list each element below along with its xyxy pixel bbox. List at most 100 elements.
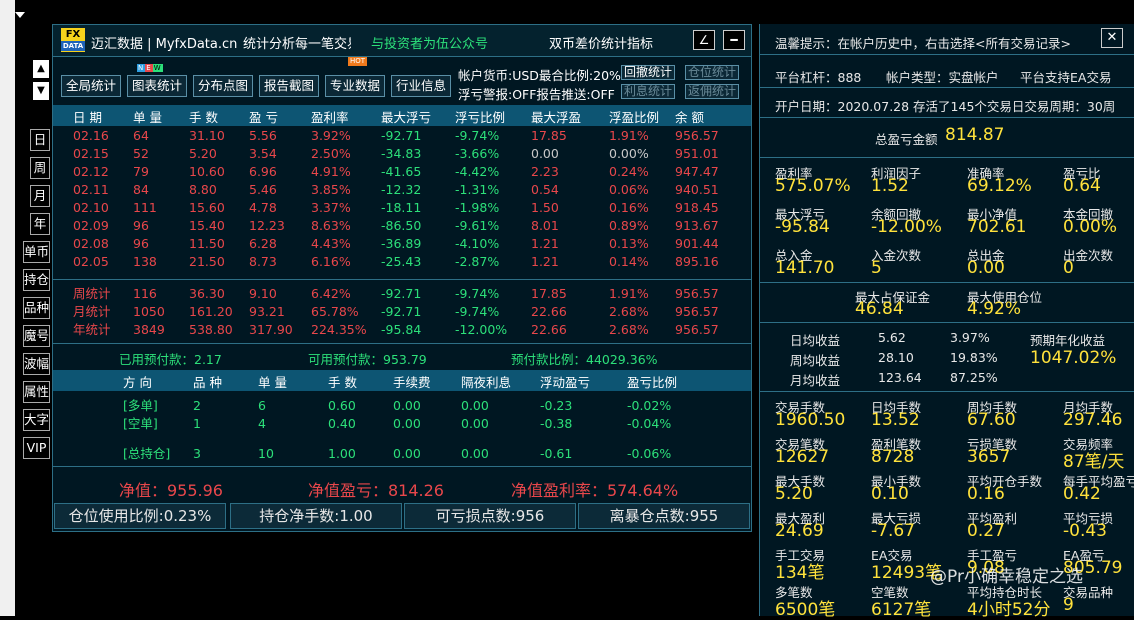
watermark: @Pr小确幸稳定之选: [930, 567, 1083, 587]
fxdata-logo: FX DATA: [61, 28, 85, 52]
side-tab-4[interactable]: 单币: [23, 241, 50, 263]
side-tab-2[interactable]: 月: [30, 185, 50, 207]
position-cell: [总持仓]: [123, 446, 171, 461]
side-tab-3[interactable]: 年: [30, 213, 50, 235]
side-tab-11[interactable]: VIP: [23, 437, 50, 459]
side-tab-1[interactable]: 周: [30, 157, 50, 179]
table-row: 02.12 79 10.60 6.96 4.91% -41.65 -4.42% 2.23 0.2…: [53, 163, 751, 181]
position-cell: -0.38: [540, 416, 573, 431]
annual-value: 1047.02%: [1030, 348, 1117, 368]
report-screenshot-button[interactable]: 报告截图: [259, 75, 319, 97]
chart-stats-button[interactable]: 图表统计: [127, 75, 187, 97]
summary-cell: 17.85: [531, 286, 567, 301]
position-cell: 0.00: [393, 446, 421, 461]
stat-value: 67.60: [967, 410, 1016, 430]
summary-cell: 93.21: [249, 304, 285, 319]
side-tab-6[interactable]: 品种: [23, 297, 50, 319]
scroll-up-icon[interactable]: ▲: [33, 60, 49, 78]
table-row: 02.05 138 21.50 8.73 6.16% -25.43 -2.87% 1.21 0.…: [53, 253, 751, 271]
summary-cell: 3849: [133, 322, 165, 337]
table-cell: -34.83: [381, 146, 422, 161]
table-cell: -18.11: [381, 200, 422, 215]
position-row: [空单] 1 4 0.40 0.00 0.00 -0.38 -0.04%: [53, 415, 751, 433]
table-cell: 0.00: [531, 146, 559, 161]
stat-value: 575.07%: [775, 176, 851, 196]
metric-button[interactable]: 持仓净手数:1.00: [230, 503, 402, 529]
table-header: 日 期 单 量 手 数 盈 亏 盈利率 最大浮亏 浮亏比例 最大浮盈 浮盈比例余 额: [53, 105, 751, 126]
metric-button[interactable]: 仓位使用比例:0.23%: [54, 503, 226, 529]
position-column-header: 手续费: [393, 375, 431, 390]
position-cell: 6: [258, 398, 266, 413]
stat-value: 1.52: [871, 176, 909, 196]
table-cell: 0.00%: [609, 146, 649, 161]
industry-info-button[interactable]: 行业信息: [391, 75, 451, 97]
summary-row: 周统计 116 36.30 9.10 6.42% -92.71 -9.74% 17.85 1.9…: [53, 285, 751, 303]
table-cell: 79: [133, 164, 149, 179]
pro-data-button[interactable]: 专业数据: [325, 75, 385, 97]
table-cell: 4.43%: [311, 236, 351, 251]
position-stats-chip[interactable]: 仓位统计: [685, 65, 740, 80]
dropdown-arrow-icon[interactable]: [15, 12, 25, 18]
table-cell: 12.23: [249, 218, 285, 233]
column-header: 浮亏比例: [455, 110, 506, 125]
summary-cell: 6.42%: [311, 286, 351, 301]
table-cell: 0.24%: [609, 164, 649, 179]
side-tab-8[interactable]: 波幅: [23, 353, 50, 375]
position-cell: -0.02%: [627, 398, 672, 413]
table-cell: -9.74%: [455, 128, 500, 143]
table-cell: 6.28: [249, 236, 277, 251]
position-cell: 0.00: [461, 416, 489, 431]
summary-cell: 65.78%: [311, 304, 359, 319]
margin-value: 4.92%: [967, 299, 1022, 319]
stat-value: 702.61: [967, 217, 1027, 237]
distribution-chart-button[interactable]: 分布点图: [193, 75, 253, 97]
side-tab-0[interactable]: 日: [30, 129, 50, 151]
promo-text[interactable]: 与投资者为伍公众号: [371, 33, 488, 52]
stat-value: 0.10: [871, 484, 909, 504]
drawdown-stats-chip[interactable]: 回撤统计: [621, 65, 676, 80]
total-pnl-label: 总盈亏金额: [875, 132, 938, 147]
metric-button[interactable]: 可亏损点数:956: [404, 503, 576, 529]
table-cell: 951.01: [675, 146, 719, 161]
rebate-stats-chip[interactable]: 返佣统计: [685, 84, 740, 99]
position-column-header: 品 种: [193, 375, 222, 390]
summary-cell: 538.80: [189, 322, 233, 337]
position-cell: -0.23: [540, 398, 573, 413]
column-header: 最大浮盈: [531, 110, 582, 125]
metric-button[interactable]: 离暴仓点数:955: [578, 503, 750, 529]
close-icon[interactable]: ✕: [1101, 28, 1123, 48]
summary-cell: -9.74%: [455, 286, 500, 301]
stat-value: 0: [1063, 258, 1074, 278]
summary-cell: 1.91%: [609, 286, 649, 301]
interest-stats-chip[interactable]: 利息统计: [621, 84, 676, 99]
table-cell: 02.15: [73, 146, 109, 161]
position-cell: -0.61: [540, 446, 573, 461]
position-column-header: 手 数: [328, 375, 357, 390]
summary-cell: -12.00%: [455, 322, 508, 337]
position-cell: 0.00: [393, 416, 421, 431]
column-header: 盈利率: [311, 110, 349, 125]
position-column-header: 隔夜利息: [461, 375, 512, 390]
scroll-down-icon[interactable]: ▼: [33, 82, 49, 100]
table-cell: 02.11: [73, 182, 109, 197]
side-tab-9[interactable]: 属性: [23, 381, 50, 403]
minimize-icon[interactable]: ━: [723, 30, 745, 50]
column-header: 余 额: [675, 110, 704, 125]
side-tab-10[interactable]: 大字: [23, 409, 50, 431]
stat-value: 0.42: [1063, 484, 1101, 504]
position-cell: 10: [258, 446, 274, 461]
position-row: [总持仓] 3 10 1.00 0.00 0.00 -0.61 -0.06%: [53, 445, 751, 463]
table-cell: 3.54: [249, 146, 277, 161]
global-stats-button[interactable]: 全局统计: [61, 75, 121, 97]
stat-value: 134笔: [775, 563, 825, 583]
edit-icon[interactable]: ∠: [693, 30, 715, 50]
divider: [760, 54, 1134, 55]
side-tab-5[interactable]: 持仓: [23, 269, 50, 291]
ea-support-text: 平台支持EA交易: [1020, 70, 1112, 85]
avg-percent: 19.83%: [950, 350, 998, 365]
position-cell: -0.06%: [627, 446, 672, 461]
table-cell: 84: [133, 182, 149, 197]
column-header: 最大浮亏: [381, 110, 432, 125]
table-cell: 0.14%: [609, 254, 649, 269]
side-tab-7[interactable]: 魔号: [23, 325, 50, 347]
